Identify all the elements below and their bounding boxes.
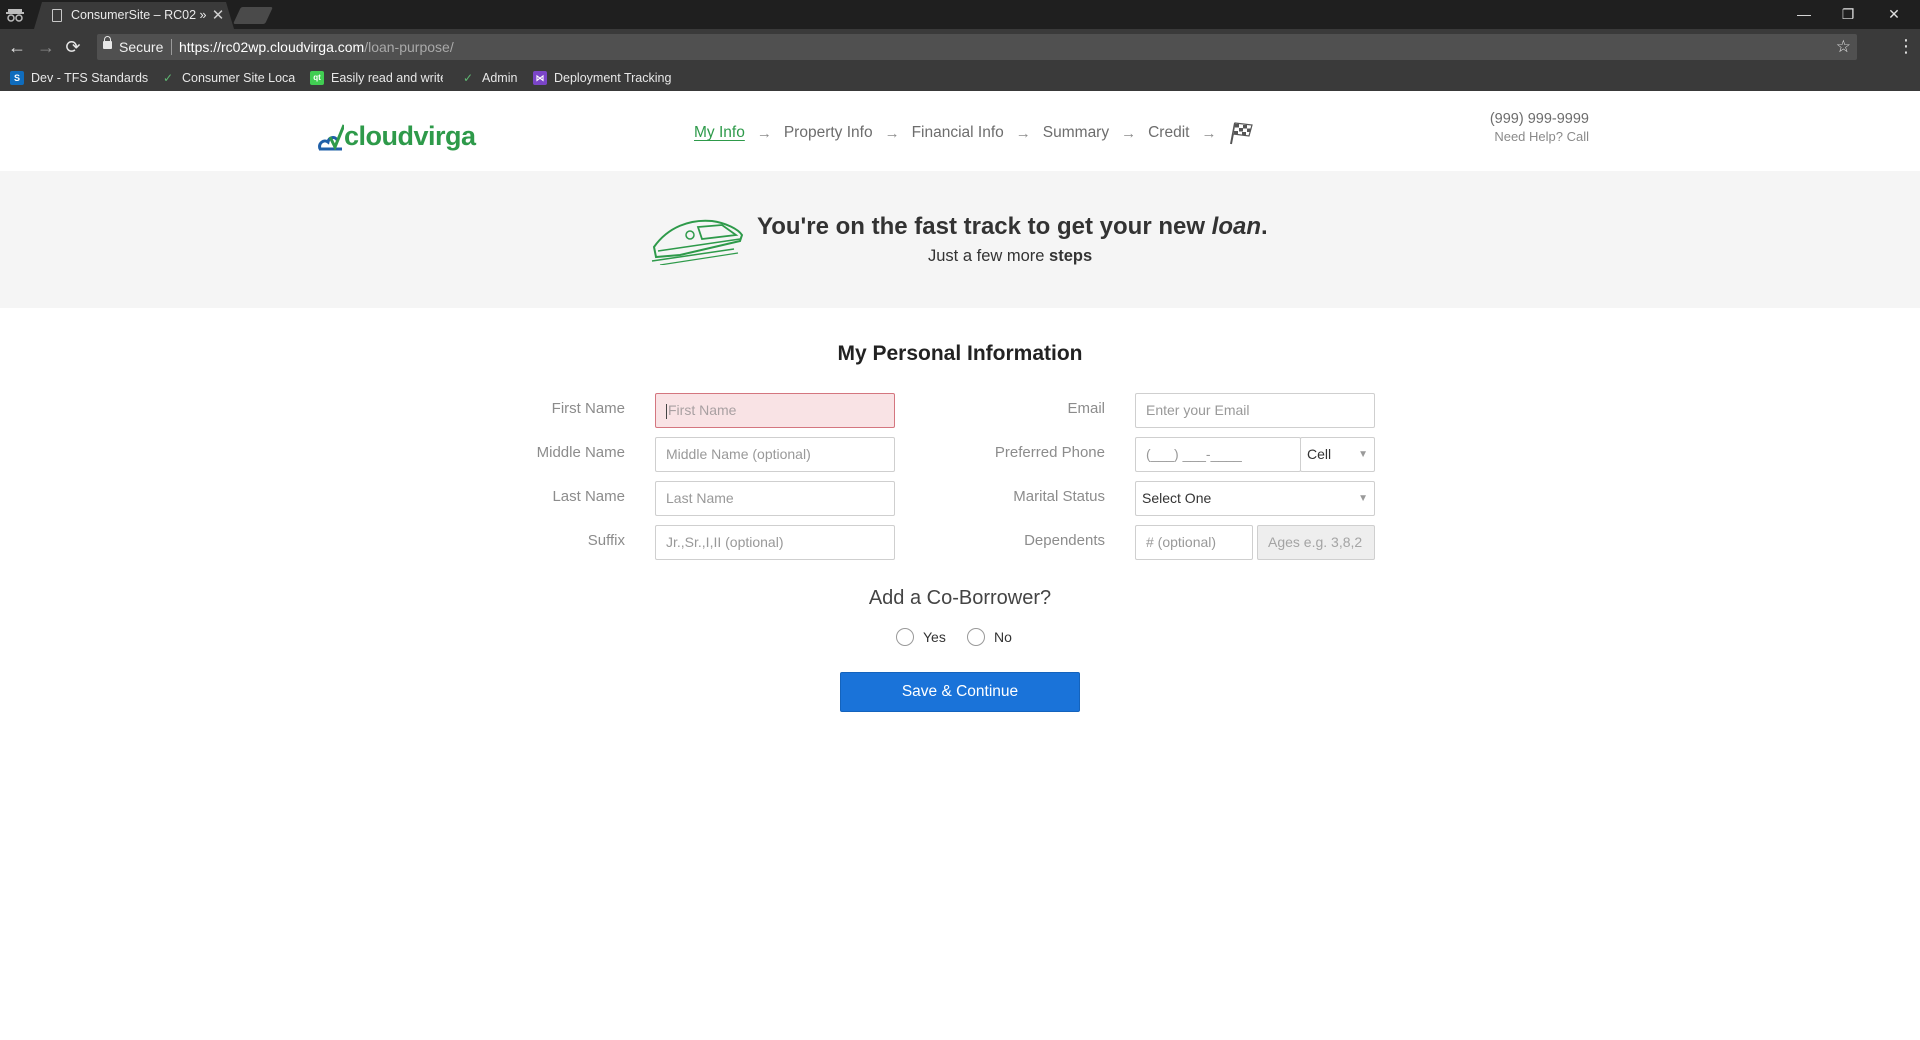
dependents-ages-input[interactable]: Ages e.g. 3,8,2: [1257, 525, 1375, 560]
email-input[interactable]: Enter your Email: [1135, 393, 1375, 428]
save-continue-button[interactable]: Save & Continue: [840, 672, 1080, 712]
bookmark-deployment-tracking[interactable]: ⋈ Deployment Tracking: [533, 69, 671, 87]
step-credit[interactable]: Credit: [1148, 124, 1189, 142]
tab-close-icon[interactable]: ✕: [210, 6, 226, 24]
banner-headline: You're on the fast track to get your new…: [757, 213, 1268, 241]
subline-text: Just a few more: [928, 247, 1050, 265]
headline-emphasis: loan: [1211, 213, 1262, 240]
last-name-input[interactable]: Last Name: [655, 481, 895, 516]
cloudvirga-icon: ✓: [162, 71, 174, 85]
suffix-input[interactable]: Jr.,Sr.,I,II (optional): [655, 525, 895, 560]
secure-label: Secure: [119, 39, 164, 55]
close-window-button[interactable]: ✕: [1872, 2, 1916, 26]
headline-period: .: [1261, 213, 1268, 240]
banner-subline: Just a few more steps: [928, 247, 1092, 266]
marital-status-label: Marital Status: [1013, 488, 1105, 505]
address-bar[interactable]: Secure https://rc02wp.cloudvirga.com/loa…: [97, 34, 1857, 60]
marital-status-value: Select One: [1142, 490, 1212, 506]
last-name-label: Last Name: [552, 488, 625, 505]
radio-button-no[interactable]: [967, 628, 985, 646]
bookmark-admin[interactable]: ✓ Admin: [461, 69, 517, 87]
site-header: cloudvirga My Info → Property Info → Fin…: [0, 91, 1920, 171]
phone-number[interactable]: (999) 999-9999: [1490, 111, 1589, 127]
phone-input[interactable]: (___) ___-____: [1135, 437, 1301, 472]
chevron-down-icon: ▼: [1358, 493, 1368, 504]
qt-icon: qt: [310, 71, 324, 85]
first-name-input[interactable]: First Name: [655, 393, 895, 428]
middle-name-input[interactable]: Middle Name (optional): [655, 437, 895, 472]
lock-icon: [103, 36, 112, 49]
cloudvirga-logo[interactable]: cloudvirga: [318, 111, 476, 151]
cloudvirga-icon: ✓: [462, 71, 474, 85]
need-help-text: Need Help? Call: [1494, 129, 1589, 144]
radio-button-yes[interactable]: [896, 628, 914, 646]
incognito-icon: [6, 9, 24, 22]
cloud-check-icon: [318, 124, 344, 151]
arrow-icon: →: [756, 124, 772, 142]
headline-text: You're on the fast track to get your new: [757, 213, 1212, 240]
browser-menu-icon[interactable]: ⋮: [1897, 36, 1915, 56]
sharepoint-icon: S: [10, 71, 24, 85]
arrow-icon: →: [1201, 124, 1217, 142]
contact-info: (999) 999-9999 Need Help? Call: [1490, 111, 1589, 144]
coborrower-no-option[interactable]: No: [967, 628, 1012, 646]
progress-steps: My Info → Property Info → Financial Info…: [694, 121, 1254, 145]
restore-button[interactable]: ❐: [1826, 2, 1870, 26]
step-my-info[interactable]: My Info: [694, 124, 745, 142]
browser-tab-bar: ConsumerSite – RC02 » L ✕ — ❐ ✕: [0, 0, 1920, 29]
train-icon: [651, 219, 744, 265]
bookmark-consumer-site[interactable]: ✓ Consumer Site Locall: [161, 69, 296, 87]
back-button[interactable]: ←: [7, 37, 27, 57]
new-tab-button[interactable]: [233, 7, 273, 24]
arrow-icon: →: [884, 124, 900, 142]
coborrower-yes-option[interactable]: Yes: [896, 628, 946, 646]
url-path: /loan-purpose/: [364, 39, 454, 55]
coborrower-title: Add a Co-Borrower?: [868, 587, 1052, 609]
minimize-button[interactable]: —: [1782, 2, 1826, 26]
marital-status-select[interactable]: Select One ▼: [1135, 481, 1375, 516]
first-name-label: First Name: [551, 400, 625, 417]
bookmark-star-icon[interactable]: ☆: [1836, 37, 1851, 57]
logo-text: cloudvirga: [344, 121, 476, 151]
subline-bold: steps: [1049, 247, 1093, 265]
url-text[interactable]: https://rc02wp.cloudvirga.com/loan-purpo…: [179, 39, 454, 55]
email-label: Email: [1067, 400, 1105, 417]
step-property-info[interactable]: Property Info: [784, 124, 873, 142]
reload-button[interactable]: ⟳: [63, 37, 83, 57]
fast-track-banner: You're on the fast track to get your new…: [0, 171, 1920, 308]
url-host: https://rc02wp.cloudvirga.com: [179, 39, 365, 55]
bookmark-label: Deployment Tracking: [554, 71, 672, 85]
middle-name-label: Middle Name: [536, 444, 625, 461]
bookmark-label: Easily read and write: [331, 71, 443, 85]
bookmark-dev-tfs[interactable]: S Dev - TFS Standards: [10, 69, 148, 87]
browser-toolbar: ← → ⟳ Secure https://rc02wp.cloudvirga.c…: [0, 29, 1920, 65]
visual-studio-icon: ⋈: [533, 71, 547, 85]
arrow-icon: →: [1015, 124, 1031, 142]
browser-tab-active[interactable]: ConsumerSite – RC02 » L ✕: [34, 2, 234, 29]
chevron-down-icon: ▼: [1358, 449, 1368, 460]
phone-type-value: Cell: [1307, 446, 1332, 462]
radio-label-yes: Yes: [923, 629, 946, 645]
bookmarks-bar: S Dev - TFS Standards ✓ Consumer Site Lo…: [0, 65, 1920, 91]
suffix-label: Suffix: [587, 532, 625, 549]
dependents-label: Dependents: [1024, 532, 1105, 549]
bookmark-label: Admin: [482, 71, 518, 85]
forward-button[interactable]: →: [36, 37, 56, 57]
arrow-icon: →: [1121, 124, 1137, 142]
step-summary[interactable]: Summary: [1043, 124, 1109, 142]
phone-type-select[interactable]: Cell ▼: [1300, 437, 1375, 472]
form-title: My Personal Information: [837, 342, 1083, 365]
radio-label-no: No: [994, 629, 1012, 645]
preferred-phone-label: Preferred Phone: [994, 444, 1105, 461]
bookmark-easily-read[interactable]: qt Easily read and write: [310, 69, 443, 87]
checkered-flag-icon: [1230, 122, 1254, 145]
bookmark-label: Dev - TFS Standards: [31, 71, 149, 85]
page-icon: [52, 9, 62, 22]
tab-title: ConsumerSite – RC02 » L: [71, 8, 206, 22]
address-separator: [171, 39, 172, 55]
bookmark-label: Consumer Site Locall: [182, 71, 296, 85]
step-financial-info[interactable]: Financial Info: [912, 124, 1004, 142]
dependents-count-input[interactable]: # (optional): [1135, 525, 1253, 560]
